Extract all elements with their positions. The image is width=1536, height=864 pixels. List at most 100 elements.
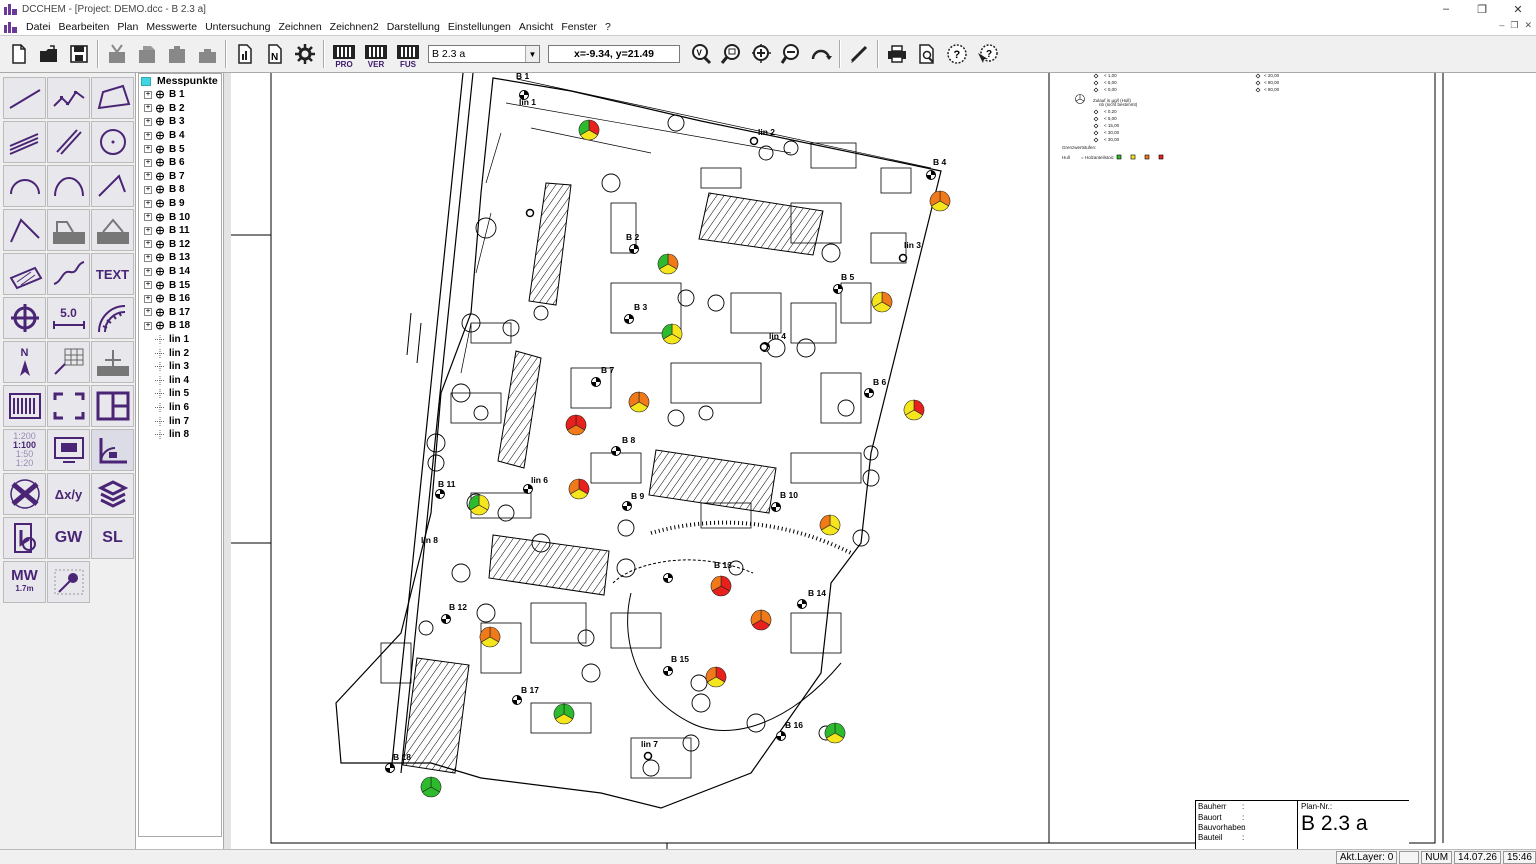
- expand-icon[interactable]: +: [144, 185, 152, 194]
- zoom-window-button[interactable]: [717, 40, 745, 68]
- north-button[interactable]: N: [261, 40, 289, 68]
- contamination-pie-chart[interactable]: [657, 253, 679, 275]
- tree-item-point[interactable]: + B 11: [139, 224, 221, 238]
- plan-select[interactable]: B 2.3 a ▼: [428, 45, 540, 63]
- layers-tool[interactable]: [91, 473, 134, 515]
- plan-label-b4[interactable]: B 4: [933, 157, 947, 167]
- export-button[interactable]: [231, 40, 259, 68]
- tree-item-point[interactable]: + B 4: [139, 129, 221, 143]
- panel-splitter[interactable]: [223, 73, 231, 864]
- plan-label-lin2[interactable]: lin 2: [758, 127, 775, 137]
- expand-icon[interactable]: +: [144, 199, 152, 208]
- drill-point-marker[interactable]: [435, 489, 445, 499]
- tree-item-line[interactable]: lin 3: [139, 360, 221, 374]
- import-tool[interactable]: [3, 517, 46, 559]
- fit-view-tool[interactable]: [47, 385, 90, 427]
- drill-point-marker[interactable]: [441, 614, 451, 624]
- plan-label-b15[interactable]: B 15: [671, 654, 689, 664]
- expand-icon[interactable]: +: [144, 145, 152, 154]
- drill-point-marker[interactable]: [385, 763, 395, 773]
- plan-label-lin7[interactable]: lin 7: [641, 739, 658, 749]
- settings-button[interactable]: [291, 40, 319, 68]
- delete-button[interactable]: [193, 40, 221, 68]
- fus-button[interactable]: FUS: [393, 39, 423, 69]
- plan-label-b8[interactable]: B 8: [622, 435, 636, 445]
- zoom-out-button[interactable]: [777, 40, 805, 68]
- screen-print-tool[interactable]: [47, 429, 90, 471]
- plan-label-b1[interactable]: B 1: [516, 73, 530, 81]
- site-plan-drawing[interactable]: B 1 lin 1 lin 2 B 4 B 2 lin 3 B 5 B 3 li…: [231, 73, 1536, 849]
- contamination-pie-chart[interactable]: [903, 399, 925, 421]
- drill-point-marker[interactable]: [624, 314, 634, 324]
- delta-xy-tool[interactable]: Δx/y: [47, 473, 90, 515]
- tree-item-point[interactable]: + B 5: [139, 142, 221, 156]
- spline-tool[interactable]: [47, 253, 90, 295]
- expand-icon[interactable]: +: [144, 226, 152, 235]
- point-tool[interactable]: [3, 297, 46, 339]
- tree-item-point[interactable]: + B 12: [139, 238, 221, 252]
- slope-tool[interactable]: [3, 209, 46, 251]
- plan-label-b2[interactable]: B 2: [626, 232, 640, 242]
- menu-darstellung[interactable]: Darstellung: [383, 21, 444, 33]
- tree-item-point[interactable]: + B 15: [139, 278, 221, 292]
- plan-label-lin4[interactable]: lin 4: [769, 331, 786, 341]
- plan-label-b18[interactable]: B 18: [393, 752, 411, 762]
- arc-tool[interactable]: [3, 165, 46, 207]
- tree-item-line[interactable]: lin 2: [139, 346, 221, 360]
- contamination-pie-chart[interactable]: [705, 666, 727, 688]
- plan-label-lin3[interactable]: lin 3: [904, 240, 921, 250]
- measure-button[interactable]: [845, 40, 873, 68]
- zoom-v-button[interactable]: V: [687, 40, 715, 68]
- curve-track-tool[interactable]: [91, 297, 134, 339]
- contamination-pie-chart[interactable]: [578, 119, 600, 141]
- polyline-tool[interactable]: [47, 77, 90, 119]
- contamination-pie-chart[interactable]: [929, 190, 951, 212]
- drill-point-marker[interactable]: [512, 695, 522, 705]
- contamination-pie-chart[interactable]: [565, 414, 587, 436]
- drill-point-marker[interactable]: [749, 136, 759, 146]
- drill-point-marker[interactable]: [797, 599, 807, 609]
- tree-root-messpunkte[interactable]: Messpunkte: [139, 74, 221, 88]
- pie-symbol-tool[interactable]: [47, 561, 90, 603]
- tree-item-point[interactable]: + B 16: [139, 292, 221, 306]
- expand-icon[interactable]: +: [144, 321, 152, 330]
- contamination-pie-chart[interactable]: [568, 478, 590, 500]
- level-tool[interactable]: [91, 341, 134, 383]
- dimension-tool[interactable]: 5.0: [47, 297, 90, 339]
- line-tool[interactable]: [3, 77, 46, 119]
- tree-item-point[interactable]: + B 7: [139, 170, 221, 184]
- scale-tool[interactable]: 1:200 1:100 1:50 1:20: [3, 429, 46, 471]
- contamination-pie-chart[interactable]: [710, 575, 732, 597]
- menu-ansicht[interactable]: Ansicht: [515, 21, 557, 33]
- north-arrow-tool[interactable]: N: [3, 341, 46, 383]
- minimize-button[interactable]: –: [1428, 0, 1464, 18]
- drill-point-marker[interactable]: [629, 244, 639, 254]
- ver-button[interactable]: VER: [361, 39, 391, 69]
- pro-button[interactable]: PRO: [329, 39, 359, 69]
- delete-point-tool[interactable]: [3, 473, 46, 515]
- drill-point-marker[interactable]: [771, 502, 781, 512]
- tree-item-line[interactable]: lin 5: [139, 387, 221, 401]
- arc3-tool[interactable]: [47, 165, 90, 207]
- expand-icon[interactable]: +: [144, 172, 152, 181]
- menu-zeichnen2[interactable]: Zeichnen2: [326, 21, 383, 33]
- tree-item-line[interactable]: lin 8: [139, 428, 221, 442]
- plan-label-b14[interactable]: B 14: [808, 588, 826, 598]
- plan-label-b9[interactable]: B 9: [631, 491, 645, 501]
- expand-icon[interactable]: +: [144, 294, 152, 303]
- sl-tool[interactable]: SL: [91, 517, 134, 559]
- tree-item-point[interactable]: + B 8: [139, 183, 221, 197]
- open-file-button[interactable]: [35, 40, 63, 68]
- mdi-logo-icon[interactable]: [4, 21, 20, 33]
- menu-einstellungen[interactable]: Einstellungen: [444, 21, 515, 33]
- drill-point-marker[interactable]: [663, 573, 673, 583]
- copy-button[interactable]: [133, 40, 161, 68]
- menu-messwerte[interactable]: Messwerte: [142, 21, 201, 33]
- plan-label-b10[interactable]: B 10: [780, 490, 798, 500]
- expand-icon[interactable]: +: [144, 213, 152, 222]
- expand-icon[interactable]: +: [144, 281, 152, 290]
- drill-point-marker[interactable]: [525, 208, 535, 218]
- snap-tool[interactable]: [91, 429, 134, 471]
- expand-icon[interactable]: +: [144, 117, 152, 126]
- drill-point-marker[interactable]: [622, 501, 632, 511]
